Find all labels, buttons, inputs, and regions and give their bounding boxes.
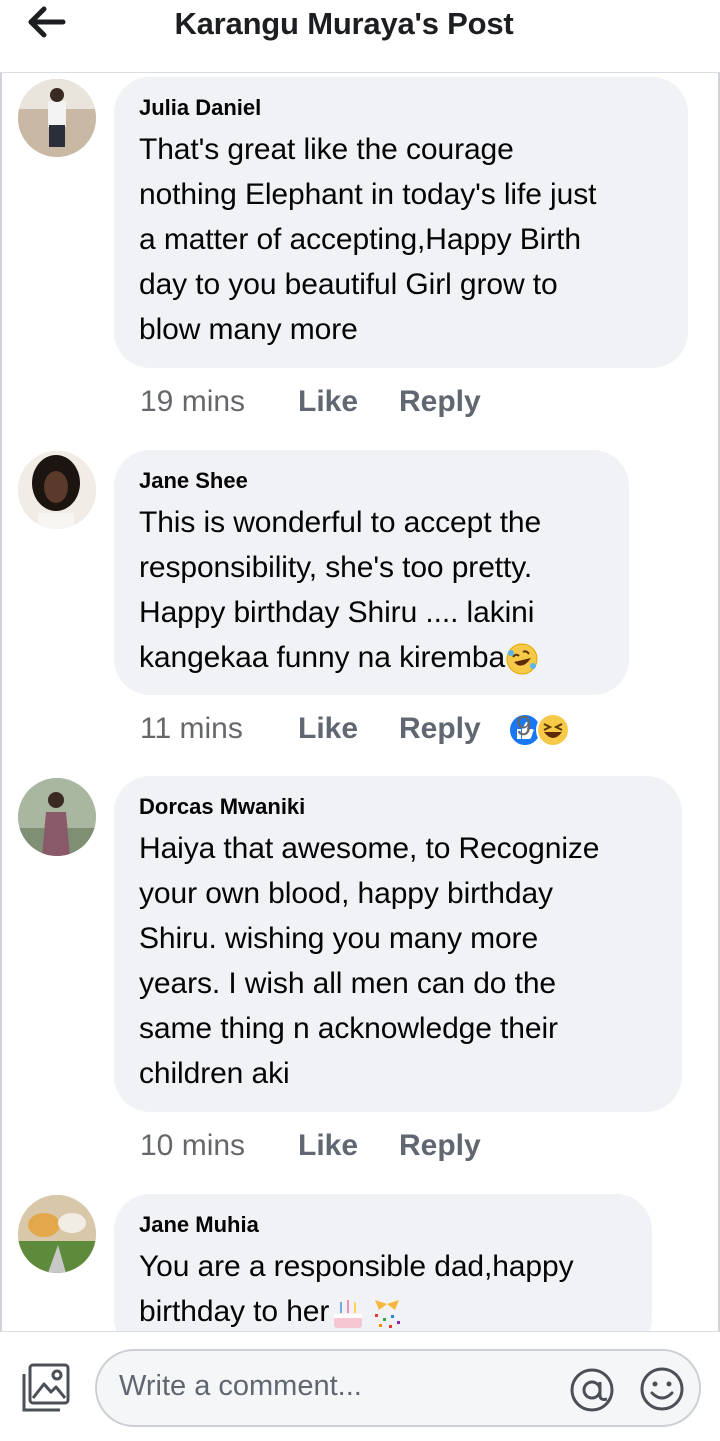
comment-line-text: kangekaa funny na kiremba xyxy=(139,641,506,674)
comment-line: blow many more xyxy=(139,313,358,346)
emoji-button[interactable] xyxy=(637,1364,687,1414)
comment-line: years. I wish all men can do the xyxy=(139,967,557,1000)
reply-button[interactable]: Reply xyxy=(399,1129,481,1163)
comment-composer: Write a comment... xyxy=(0,1331,720,1441)
reaction-count: 9 xyxy=(516,710,532,741)
comment-line: same thing n acknowledge their xyxy=(139,1012,558,1045)
comment-line: your own blood, happy birthday xyxy=(139,877,553,910)
comment-time: 19 mins xyxy=(140,385,246,418)
comment-author[interactable]: Jane Shee xyxy=(139,468,605,494)
comment-author[interactable]: Jane Muhia xyxy=(139,1212,628,1238)
photo-gallery-icon xyxy=(22,1363,70,1412)
comment-bubble: Julia Daniel That's great like the coura… xyxy=(114,77,688,368)
mention-button[interactable] xyxy=(567,1365,617,1415)
comment-line: responsibility, she's too pretty. xyxy=(139,551,533,584)
comment-line: kangekaa funny na kiremba xyxy=(139,635,605,680)
page-title: Karangu Muraya's Post xyxy=(174,6,514,41)
comment-line: That's great like the courage xyxy=(139,133,514,166)
comment-author[interactable]: Julia Daniel xyxy=(139,95,664,121)
comment-time: 11 mins xyxy=(140,712,243,745)
comment-line: Haiya that awesome, to Recognize xyxy=(139,832,600,865)
comment-line: birthday to her xyxy=(139,1289,628,1331)
comment-line: Happy birthday Shiru .... lakini xyxy=(139,596,535,629)
comment-line: Shiru. wishing you many more xyxy=(139,922,539,955)
avatar[interactable] xyxy=(18,451,96,529)
avatar[interactable] xyxy=(18,79,96,157)
like-button[interactable]: Like xyxy=(298,385,358,419)
comment-text: Haiya that awesome, to Recognize your ow… xyxy=(139,826,658,1096)
like-button[interactable]: Like xyxy=(298,1129,358,1163)
reply-button[interactable]: Reply xyxy=(399,712,481,746)
photo-button[interactable] xyxy=(20,1362,72,1414)
rolling-laughing-emoji xyxy=(506,643,538,675)
like-button[interactable]: Like xyxy=(298,712,358,746)
comment-input[interactable]: Write a comment... xyxy=(95,1349,701,1427)
comment-text: This is wonderful to accept the responsi… xyxy=(139,500,605,680)
comment-text: That's great like the courage nothing El… xyxy=(139,127,664,352)
smiley-icon xyxy=(640,1367,684,1411)
birthday-cake-emoji xyxy=(334,1300,363,1329)
comment-list: Julia Daniel That's great like the coura… xyxy=(0,73,720,1331)
comment-line: You are a responsible dad,happy xyxy=(139,1250,574,1283)
comment-input-placeholder: Write a comment... xyxy=(119,1370,362,1402)
comment-author[interactable]: Dorcas Mwaniki xyxy=(139,794,658,820)
comment-bubble: Jane Shee This is wonderful to accept th… xyxy=(114,450,629,695)
comment-time: 10 mins xyxy=(140,1129,246,1162)
at-sign-icon xyxy=(570,1368,614,1412)
laugh-reaction-icon xyxy=(536,713,570,747)
comment-line: This is wonderful to accept the xyxy=(139,506,542,539)
comment-text: You are a responsible dad,happy birthday… xyxy=(139,1244,628,1331)
comment-bubble: Jane Muhia You are a responsible dad,hap… xyxy=(114,1194,652,1331)
avatar[interactable] xyxy=(18,1195,96,1273)
party-popper-emoji xyxy=(375,1300,401,1329)
comment-line-text: birthday to her xyxy=(139,1295,330,1328)
comment-line: children aki xyxy=(139,1057,290,1090)
comment-bubble: Dorcas Mwaniki Haiya that awesome, to Re… xyxy=(114,776,682,1112)
reply-button[interactable]: Reply xyxy=(399,385,481,419)
comment-line: day to you beautiful Girl grow to xyxy=(139,268,558,301)
comment-line: a matter of accepting,Happy Birth xyxy=(139,223,581,256)
reaction-summary[interactable]: 9 xyxy=(508,710,570,750)
comment-line: nothing Elephant in today's life just xyxy=(139,178,597,211)
post-header: Karangu Muraya's Post xyxy=(0,0,720,73)
avatar[interactable] xyxy=(18,778,96,856)
